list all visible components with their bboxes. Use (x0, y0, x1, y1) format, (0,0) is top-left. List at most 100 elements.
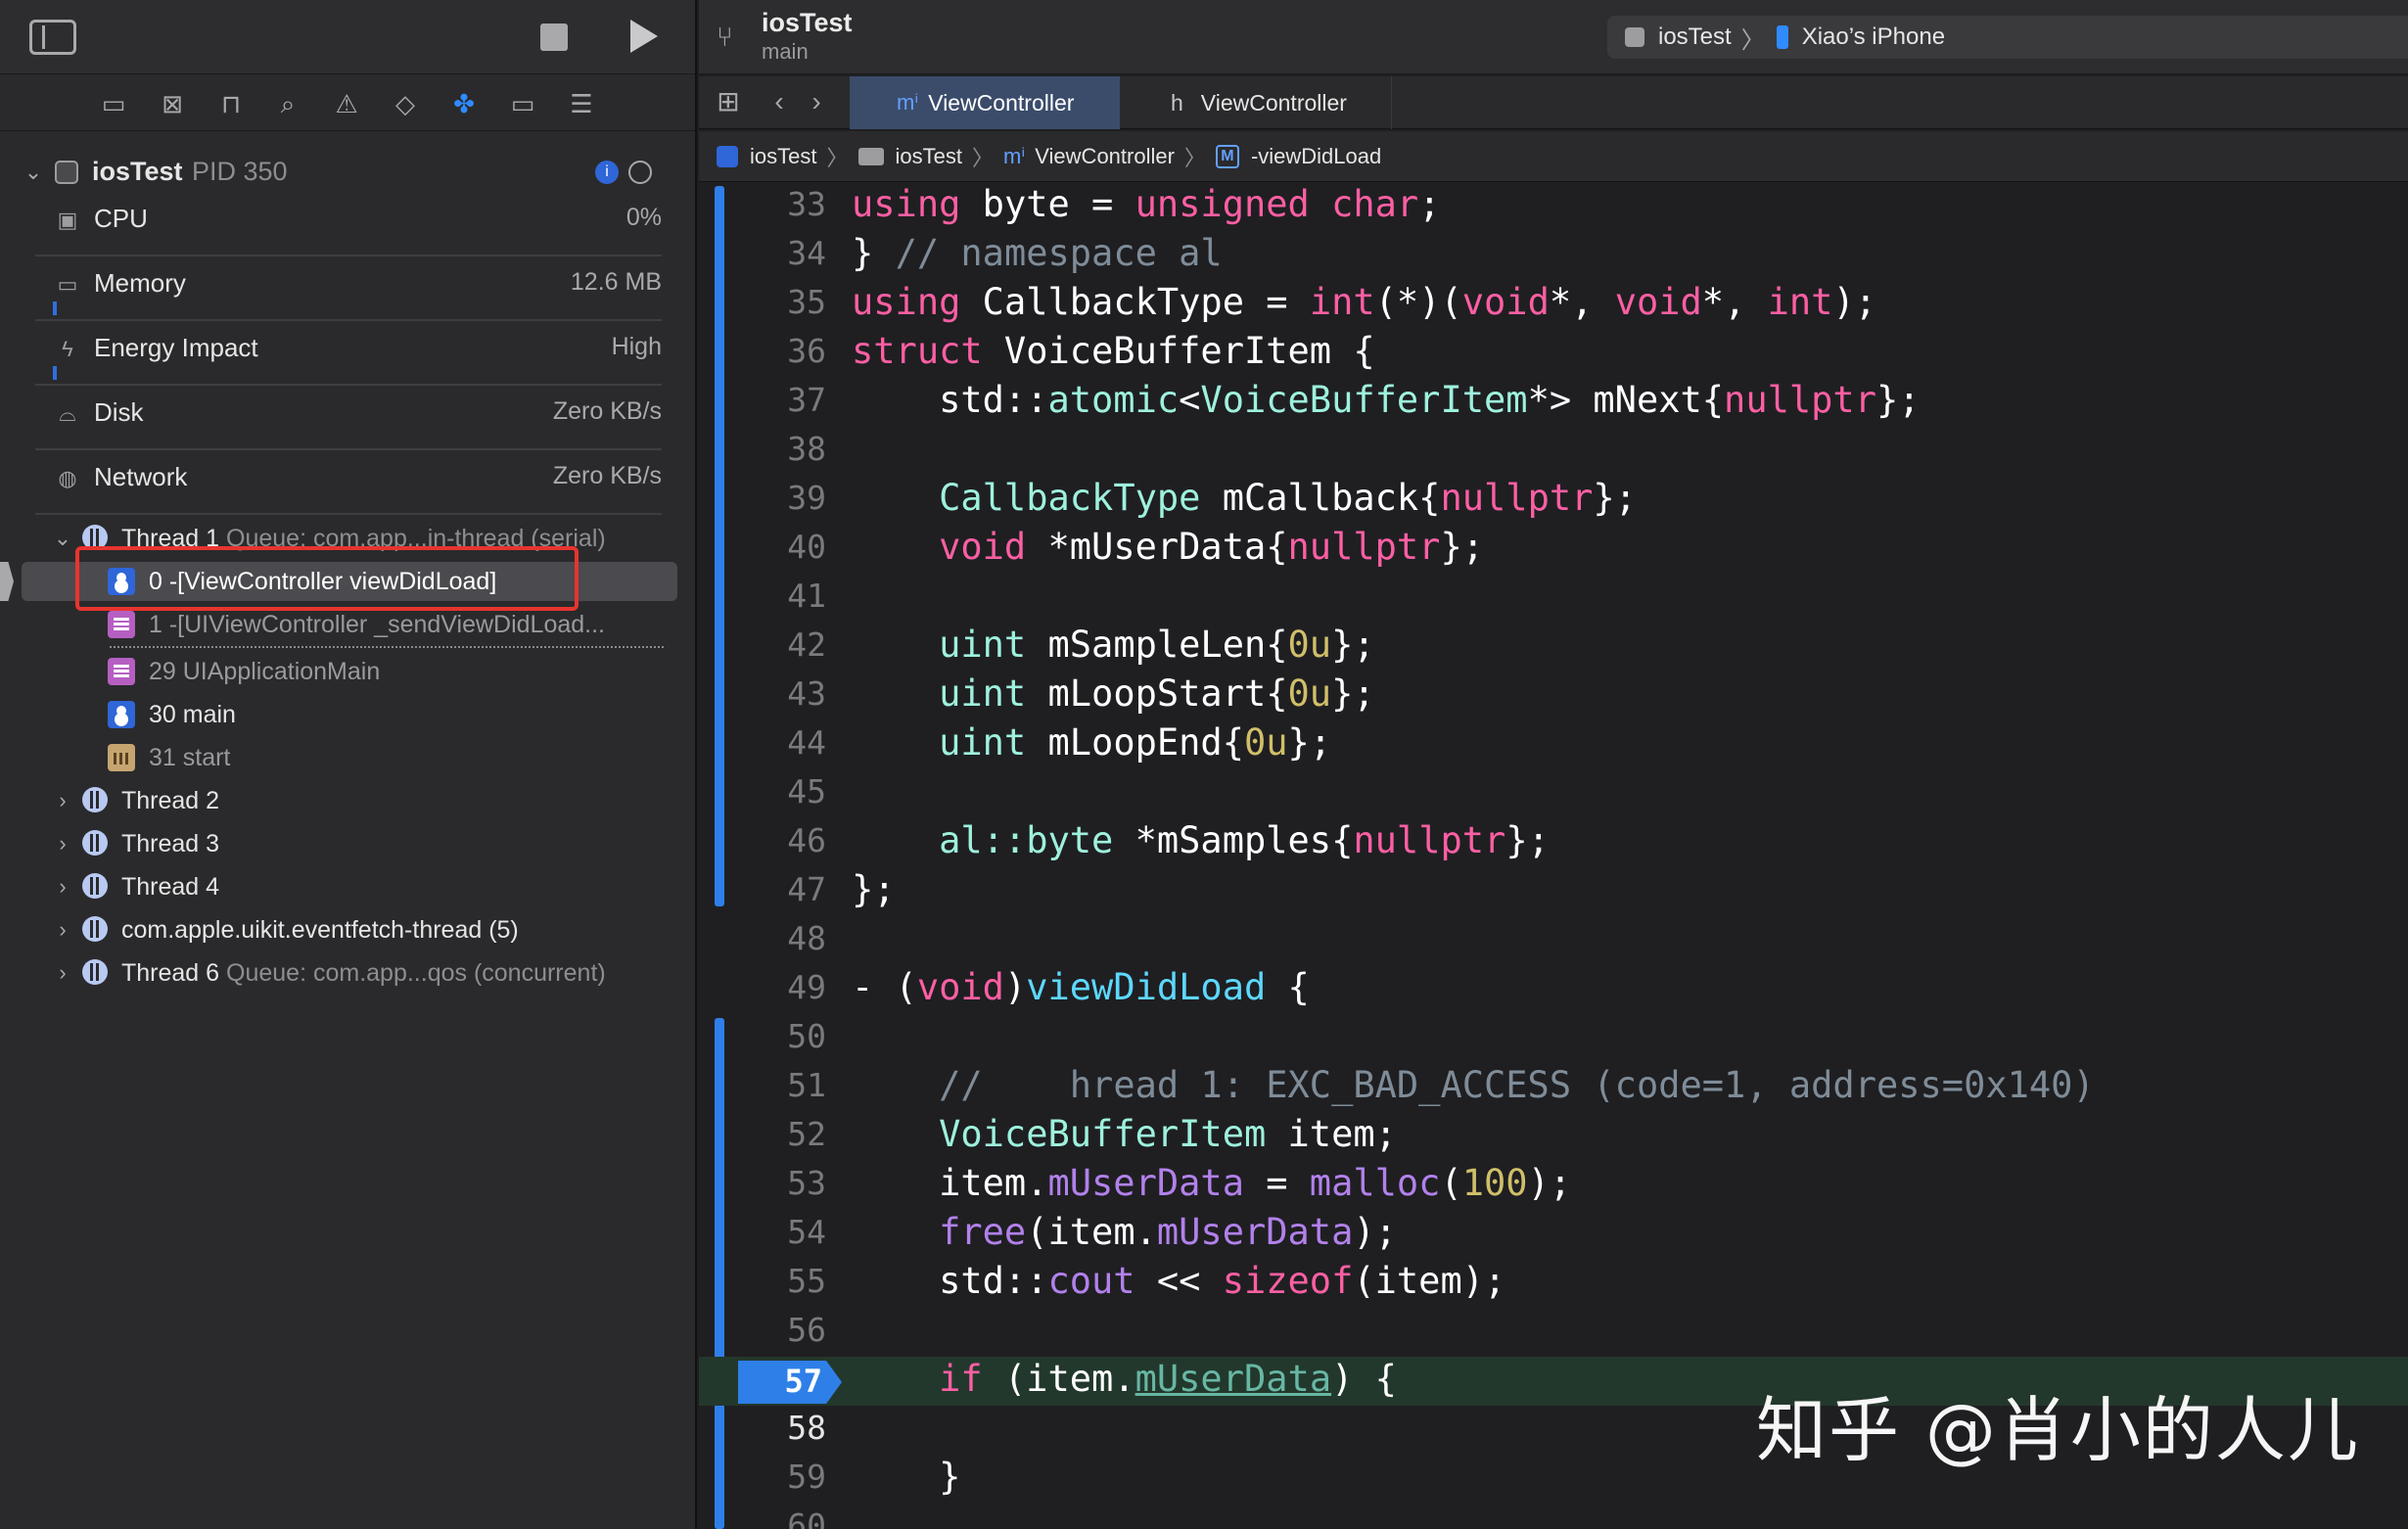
gauge-label: Network (94, 462, 188, 491)
code-line[interactable]: 37 std::atomic<VoiceBufferItem*> mNext{n… (699, 376, 2408, 425)
code-line[interactable]: 55 std::cout << sizeof(item); (699, 1257, 2408, 1306)
code-token: // namespace al (895, 232, 1223, 274)
pause-icon[interactable] (628, 161, 652, 184)
code-line[interactable]: 51 // hread 1: EXC_BAD_ACCESS (code=1, a… (699, 1061, 2408, 1110)
chevron-down-icon[interactable]: ⌄ (23, 162, 43, 183)
code-line[interactable]: 45 (699, 767, 2408, 816)
jump-bar-method[interactable]: -viewDidLoad (1251, 144, 1381, 169)
thread-row[interactable]: com.apple.uikit.eventfetch-thread (5) (121, 916, 519, 945)
code-line[interactable]: 34} // namespace al (699, 229, 2408, 278)
code-token: *, (1701, 281, 1768, 323)
tab-viewcontroller-h[interactable]: h ViewController (1120, 76, 1392, 129)
code-line[interactable]: 60 (699, 1502, 2408, 1529)
code-line[interactable]: 49 - (void)viewDidLoad { (699, 963, 2408, 1012)
gauge-energy[interactable]: ϟ Energy Impact High (35, 325, 662, 386)
stack-frame-31[interactable]: 31 start (149, 744, 230, 772)
code-token: using (852, 184, 961, 225)
gauge-cpu[interactable]: ▣ CPU 0% (35, 196, 662, 256)
code-token: int (1767, 281, 1833, 323)
line-number: 36 (787, 332, 826, 370)
line-number: 37 (787, 381, 826, 419)
code-line[interactable]: 40 void *mUserData{nullptr}; (699, 523, 2408, 572)
code-line[interactable]: 41 (699, 572, 2408, 621)
chevron-down-icon[interactable]: ⌄ (53, 528, 72, 549)
debug-icon[interactable]: ✤ (446, 86, 482, 121)
code-line[interactable]: 39 CallbackType mCallback{nullptr}; (699, 474, 2408, 523)
forward-icon[interactable]: › (801, 86, 832, 117)
code-token: atomic (1047, 379, 1180, 421)
gauge-memory[interactable]: ▭ Memory 12.6 MB (35, 260, 662, 321)
chevron-right-icon[interactable]: › (53, 833, 72, 855)
stack-frame-29[interactable]: 29 UIApplicationMain (149, 658, 380, 686)
info-icon[interactable]: i (595, 161, 619, 184)
thread-icon (82, 873, 108, 899)
test-icon[interactable]: ◇ (388, 86, 423, 121)
chevron-right-icon[interactable]: › (53, 876, 72, 898)
code-line[interactable]: 52 VoiceBufferItem item; (699, 1110, 2408, 1159)
code-token: }; (1331, 624, 1375, 666)
thread-row[interactable]: Thread 6 Queue: com.app...qos (concurren… (121, 959, 606, 988)
code-line[interactable]: 53 item.mUserData = malloc(100); (699, 1159, 2408, 1208)
user-frame-icon (108, 701, 135, 728)
code-line[interactable]: 56 (699, 1306, 2408, 1355)
cpu-icon: ▣ (57, 208, 78, 232)
grid-icon[interactable]: ⊞ (713, 86, 744, 117)
code-line[interactable]: 47}; (699, 865, 2408, 914)
jump-bar-file[interactable]: ViewController (1035, 144, 1175, 169)
code-line[interactable]: 38 (699, 425, 2408, 474)
jump-bar-group[interactable]: iosTest (896, 144, 962, 169)
code-line[interactable]: 33 using byte = unsigned char; (699, 184, 2408, 229)
thread-row[interactable]: Thread 4 (121, 873, 219, 902)
report-icon[interactable]: ☰ (564, 86, 599, 121)
code-token: *mSamples{ (1113, 819, 1354, 861)
thread-row[interactable]: Thread 2 (121, 787, 219, 815)
symbol-icon[interactable]: ⊓ (213, 86, 249, 121)
memory-icon: ▭ (57, 272, 78, 297)
code-line[interactable]: 48 (699, 914, 2408, 963)
code-line[interactable]: 42 uint mSampleLen{0u}; (699, 621, 2408, 670)
code-token: 0u (1287, 672, 1332, 715)
chevron-right-icon[interactable]: › (53, 790, 72, 811)
code-line[interactable]: 46 al::byte *mSamples{nullptr}; (699, 816, 2408, 865)
stack-frame-30[interactable]: 30 main (149, 701, 236, 729)
tab-viewcontroller-m[interactable]: mⁱ ViewController (850, 76, 1120, 129)
line-number: 58 (787, 1409, 826, 1447)
warning-icon[interactable]: ⚠ (329, 86, 364, 121)
watermark-text: 知乎 @肖小的人儿 (1756, 1389, 2360, 1471)
line-number: 60 (787, 1506, 826, 1529)
code-token: if (939, 1358, 983, 1400)
gauge-value: Zero KB/s (552, 462, 662, 489)
breakpoint-icon[interactable]: ▭ (505, 86, 540, 121)
chevron-right-icon[interactable]: › (53, 962, 72, 984)
run-icon[interactable] (630, 20, 658, 53)
line-number: 41 (787, 577, 826, 615)
folder-icon[interactable]: ▭ (96, 86, 131, 121)
stack-frame-1[interactable]: 1 -[UIViewController _sendViewDidLoad... (149, 611, 605, 639)
gauge-network[interactable]: ◍ Network Zero KB/s (35, 454, 662, 515)
sidebar-toggle-icon[interactable] (29, 20, 76, 55)
gauge-label: Disk (94, 397, 144, 427)
scheme-selector[interactable]: iosTest 〉 Xiao’s iPhone (1607, 16, 2408, 59)
code-token: char (1331, 184, 1419, 225)
stop-icon[interactable] (540, 23, 568, 51)
chevron-right-icon[interactable]: › (53, 919, 72, 941)
process-name[interactable]: iosTest (92, 157, 183, 187)
code-line[interactable]: 36 struct VoiceBufferItem { (699, 327, 2408, 376)
source-control-icon[interactable]: ⊠ (155, 86, 190, 121)
code-token: // hread 1: EXC_BAD_ACCESS (code=1, addr… (939, 1064, 2095, 1106)
code-line[interactable]: 35 using CallbackType = int(*)(void*, voi… (699, 278, 2408, 327)
line-number: 46 (787, 821, 826, 859)
code-line[interactable]: 50 (699, 1012, 2408, 1061)
gauge-disk[interactable]: ⌓ Disk Zero KB/s (35, 390, 662, 450)
thread-row[interactable]: Thread 3 (121, 830, 219, 858)
back-icon[interactable]: ‹ (764, 86, 795, 117)
code-area[interactable]: 57 33 using byte = unsigned char; 34} // … (699, 184, 2408, 1529)
jump-bar-project[interactable]: iosTest (750, 144, 816, 169)
code-line[interactable]: 54 free(item.mUserData); (699, 1208, 2408, 1257)
code-line[interactable]: 44 uint mLoopEnd{0u}; (699, 718, 2408, 767)
search-icon[interactable]: ⌕ (270, 86, 305, 121)
code-token: (item); (1353, 1260, 1506, 1302)
code-line[interactable]: 43 uint mLoopStart{0u}; (699, 670, 2408, 718)
